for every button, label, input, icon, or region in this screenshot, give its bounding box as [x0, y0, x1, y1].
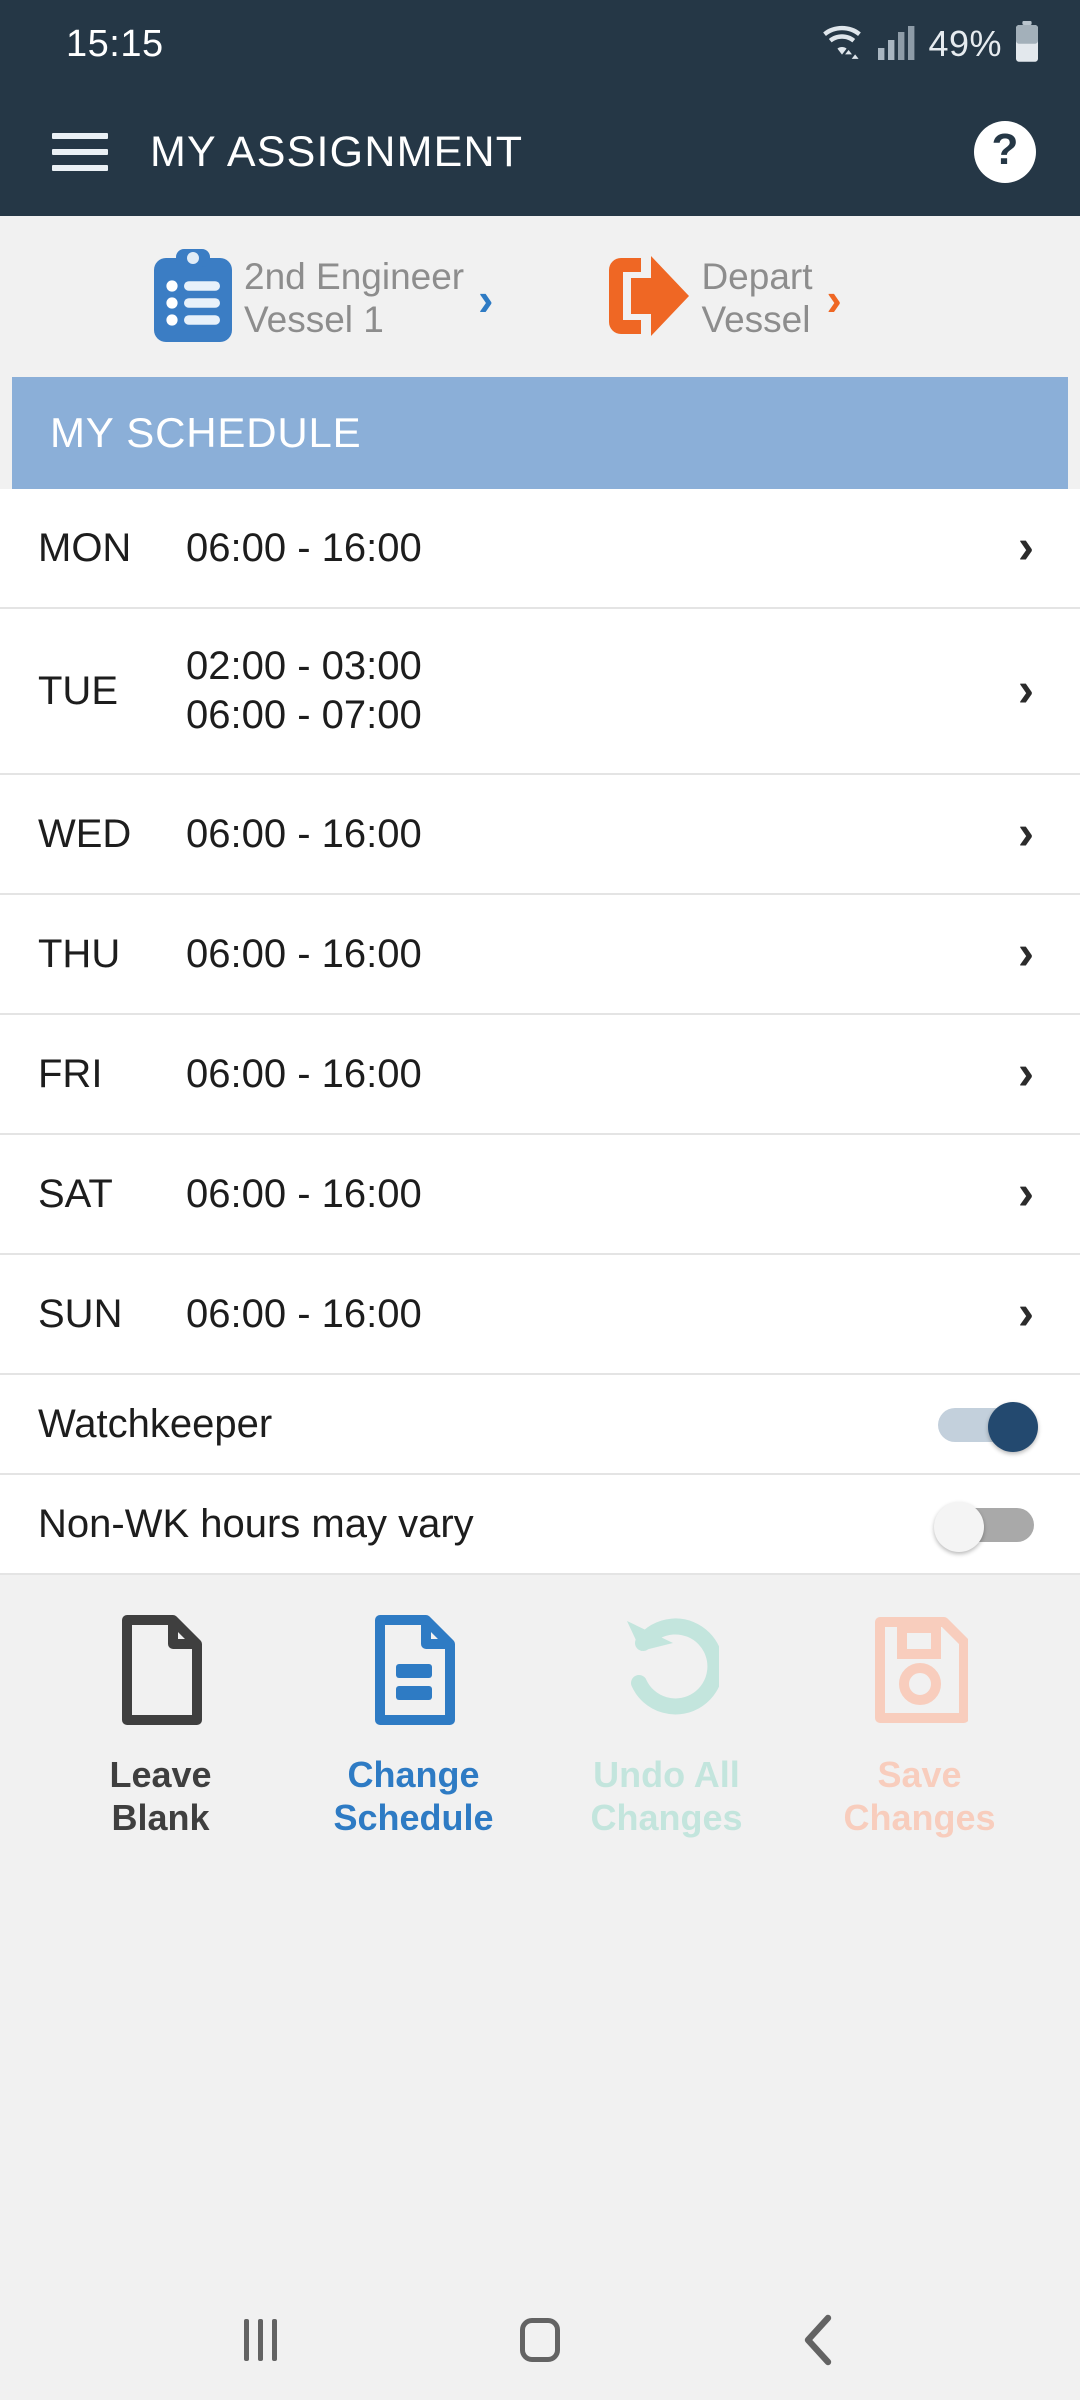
day-times: 06:00 - 16:00 — [186, 930, 1018, 979]
page-background — [0, 1839, 1080, 2280]
non-wk-hours-toggle[interactable] — [934, 1502, 1034, 1552]
save-changes-label: Save Changes — [843, 1753, 995, 1839]
time-range: 06:00 - 16:00 — [186, 1051, 422, 1096]
schedule-list: MON 06:00 - 16:00 › TUE 02:00 - 03:00 06… — [0, 489, 1080, 1575]
day-label: TUE — [38, 668, 118, 713]
battery-icon — [1014, 20, 1040, 68]
phone-screen: 15:15 49% MY ASSIGNMENT ? 2nd Engineer V… — [0, 0, 1080, 2400]
day-times: 06:00 - 16:00 — [186, 1290, 1018, 1339]
leave-blank-line2: Blank — [111, 1797, 210, 1839]
app-bar: MY ASSIGNMENT ? — [0, 88, 1080, 216]
change-schedule-line2: Schedule — [333, 1797, 494, 1839]
status-time: 15:15 — [66, 22, 164, 65]
day-times: 06:00 - 16:00 — [186, 1050, 1018, 1099]
android-nav-bar — [0, 2280, 1080, 2400]
change-schedule-label: Change Schedule — [333, 1753, 493, 1839]
undo-all-changes-line1: Undo All — [593, 1754, 740, 1795]
save-changes-line1: Save — [877, 1754, 962, 1795]
status-indicators: 49% — [820, 20, 1040, 68]
blank-document-icon — [117, 1609, 205, 1731]
time-range: 02:00 - 03:00 — [186, 644, 422, 689]
chevron-right-icon[interactable]: › — [1018, 667, 1046, 715]
day-times: 06:00 - 16:00 — [186, 810, 1018, 859]
toggle-row-non-wk-hours[interactable]: Non-WK hours may vary — [0, 1475, 1080, 1575]
table-row[interactable]: WED 06:00 - 16:00 › — [0, 775, 1080, 895]
action-button-bar: Leave Blank Change Schedule Undo All Cha… — [0, 1575, 1080, 1840]
time-range: 06:00 - 07:00 — [186, 693, 422, 737]
undo-all-changes-button[interactable]: Undo All Changes — [540, 1609, 793, 1839]
watchkeeper-toggle[interactable] — [938, 1402, 1038, 1452]
status-bar: 15:15 49% — [0, 0, 1080, 88]
page-title: MY ASSIGNMENT — [150, 127, 524, 176]
depart-vessel-line1: Depart — [701, 255, 813, 297]
change-schedule-button[interactable]: Change Schedule — [287, 1609, 540, 1839]
chevron-right-icon[interactable]: › — [1018, 1290, 1046, 1338]
toggle-label: Watchkeeper — [38, 1401, 273, 1446]
assignment-role-text: 2nd Engineer Vessel 1 — [244, 256, 464, 342]
leave-blank-line1: Leave — [109, 1754, 212, 1795]
schedule-header: MY SCHEDULE — [12, 377, 1068, 489]
undo-all-changes-line2: Changes — [590, 1797, 743, 1839]
chevron-right-icon[interactable]: › — [1018, 524, 1046, 572]
assignment-role-button[interactable]: 2nd Engineer Vessel 1 › — [150, 246, 493, 351]
depart-vessel-text: Depart Vessel — [701, 256, 812, 342]
chevron-right-icon[interactable]: › — [1018, 1050, 1046, 1098]
day-times: 06:00 - 16:00 — [186, 1170, 1018, 1219]
undo-arrow-icon — [615, 1609, 719, 1731]
toggle-thumb — [934, 1502, 984, 1552]
depart-vessel-line2: Vessel — [701, 298, 811, 340]
edit-document-icon — [370, 1609, 458, 1731]
battery-percent: 49% — [928, 23, 1002, 64]
day-label: SUN — [38, 1291, 123, 1336]
assignment-role-line2: Vessel 1 — [244, 298, 384, 340]
chevron-right-icon[interactable]: › — [1018, 930, 1046, 978]
save-changes-button[interactable]: Save Changes — [793, 1609, 1046, 1839]
time-range: 06:00 - 16:00 — [186, 1291, 422, 1336]
table-row[interactable]: TUE 02:00 - 03:00 06:00 - 07:00 › — [0, 609, 1080, 775]
time-range: 06:00 - 16:00 — [186, 1171, 422, 1216]
table-row[interactable]: THU 06:00 - 16:00 › — [0, 895, 1080, 1015]
toggle-label: Non-WK hours may vary — [38, 1501, 474, 1546]
chevron-right-icon[interactable]: › — [1018, 810, 1046, 858]
back-chevron-icon[interactable] — [760, 2280, 880, 2400]
save-changes-line2: Changes — [843, 1797, 996, 1839]
toggle-row-watchkeeper[interactable]: Watchkeeper — [0, 1375, 1080, 1475]
save-floppy-icon — [872, 1609, 968, 1731]
leave-blank-label: Leave Blank — [109, 1753, 211, 1839]
table-row[interactable]: SUN 06:00 - 16:00 › — [0, 1255, 1080, 1375]
chevron-right-icon[interactable]: › — [1018, 1170, 1046, 1218]
depart-vessel-button[interactable]: Depart Vessel › — [603, 250, 842, 347]
day-label: SAT — [38, 1171, 113, 1216]
undo-all-changes-label: Undo All Changes — [590, 1753, 742, 1839]
time-range: 06:00 - 16:00 — [186, 811, 422, 856]
chevron-right-icon: › — [826, 272, 842, 325]
clipboard-checklist-icon — [150, 246, 236, 351]
signal-bars-icon — [876, 24, 916, 65]
leave-blank-button[interactable]: Leave Blank — [34, 1609, 287, 1839]
day-label: THU — [38, 931, 121, 976]
toggle-thumb — [988, 1402, 1038, 1452]
home-icon[interactable] — [480, 2280, 600, 2400]
recents-icon[interactable] — [200, 2280, 320, 2400]
assignment-action-row: 2nd Engineer Vessel 1 › Depart Vessel › — [0, 216, 1080, 377]
assignment-role-line1: 2nd Engineer — [244, 255, 465, 297]
table-row[interactable]: FRI 06:00 - 16:00 › — [0, 1015, 1080, 1135]
day-label: WED — [38, 811, 132, 856]
day-label: MON — [38, 525, 132, 570]
change-schedule-line1: Change — [347, 1754, 480, 1795]
day-label: FRI — [38, 1051, 103, 1096]
chevron-right-icon: › — [478, 272, 494, 325]
day-times: 02:00 - 03:00 06:00 - 07:00 — [186, 642, 1018, 740]
depart-exit-icon — [603, 250, 693, 347]
wifi-icon — [820, 23, 864, 66]
day-times: 06:00 - 16:00 — [186, 524, 1018, 573]
table-row[interactable]: SAT 06:00 - 16:00 › — [0, 1135, 1080, 1255]
hamburger-menu-icon[interactable] — [52, 133, 108, 171]
time-range: 06:00 - 16:00 — [186, 931, 422, 976]
table-row[interactable]: MON 06:00 - 16:00 › — [0, 489, 1080, 609]
time-range: 06:00 - 16:00 — [186, 525, 422, 570]
help-icon[interactable]: ? — [974, 121, 1036, 183]
